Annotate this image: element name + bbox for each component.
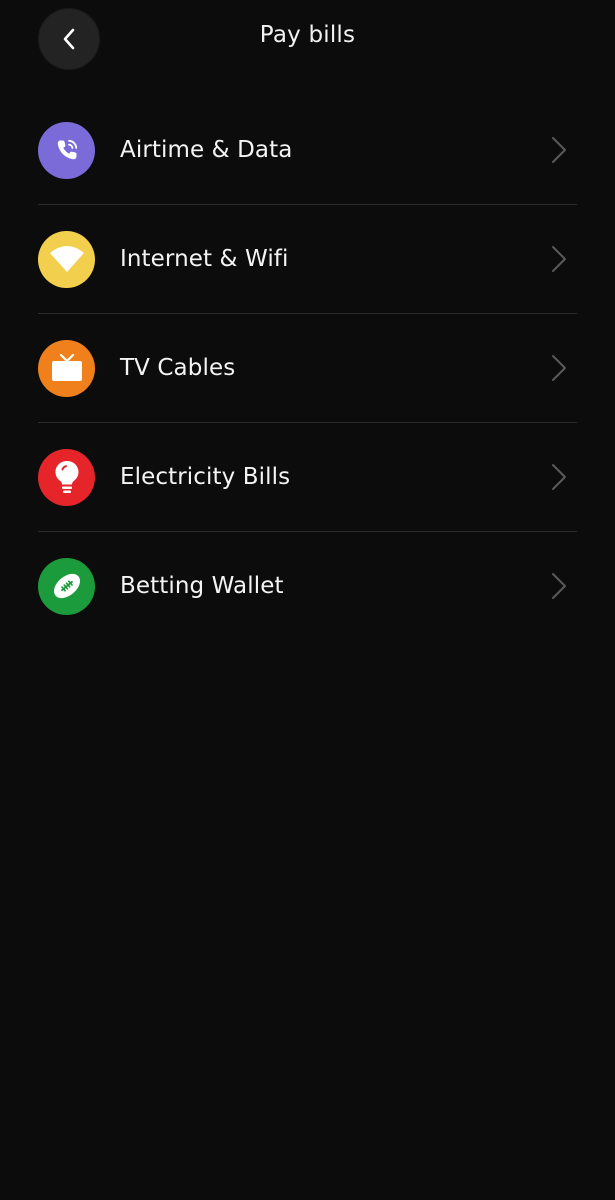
chevron-right-icon: [551, 136, 567, 164]
page-title: Pay bills: [259, 22, 356, 48]
list-item-label: Betting Wallet: [120, 573, 284, 599]
chevron-right-icon: [551, 572, 567, 600]
tv-icon-badge: [38, 339, 95, 397]
tv-icon: [50, 352, 84, 384]
header: Pay bills: [0, 0, 615, 76]
list-item-airtime-data[interactable]: Airtime & Data: [38, 96, 577, 205]
phone-call-icon: [53, 136, 81, 164]
internet-icon-badge: [38, 230, 95, 288]
light-bulb-icon: [53, 459, 81, 495]
list-item-label: Electricity Bills: [120, 464, 291, 490]
list-item-label: Airtime & Data: [120, 137, 293, 163]
list-item-label: Internet & Wifi: [120, 246, 289, 272]
football-icon: [50, 569, 84, 603]
list-item-betting-wallet[interactable]: Betting Wallet: [38, 532, 577, 640]
wifi-icon: [47, 243, 87, 275]
electricity-icon-badge: [38, 448, 95, 506]
list-item-internet-wifi[interactable]: Internet & Wifi: [38, 205, 577, 314]
list-item-label: TV Cables: [120, 355, 236, 381]
bill-category-list: Airtime & Data Internet & Wifi TV Cables…: [38, 96, 577, 640]
airtime-icon-badge: [38, 121, 95, 179]
betting-icon-badge: [38, 557, 95, 615]
chevron-right-icon: [551, 245, 567, 273]
chevron-right-icon: [551, 354, 567, 382]
list-item-electricity-bills[interactable]: Electricity Bills: [38, 423, 577, 532]
list-item-tv-cables[interactable]: TV Cables: [38, 314, 577, 423]
chevron-right-icon: [551, 463, 567, 491]
